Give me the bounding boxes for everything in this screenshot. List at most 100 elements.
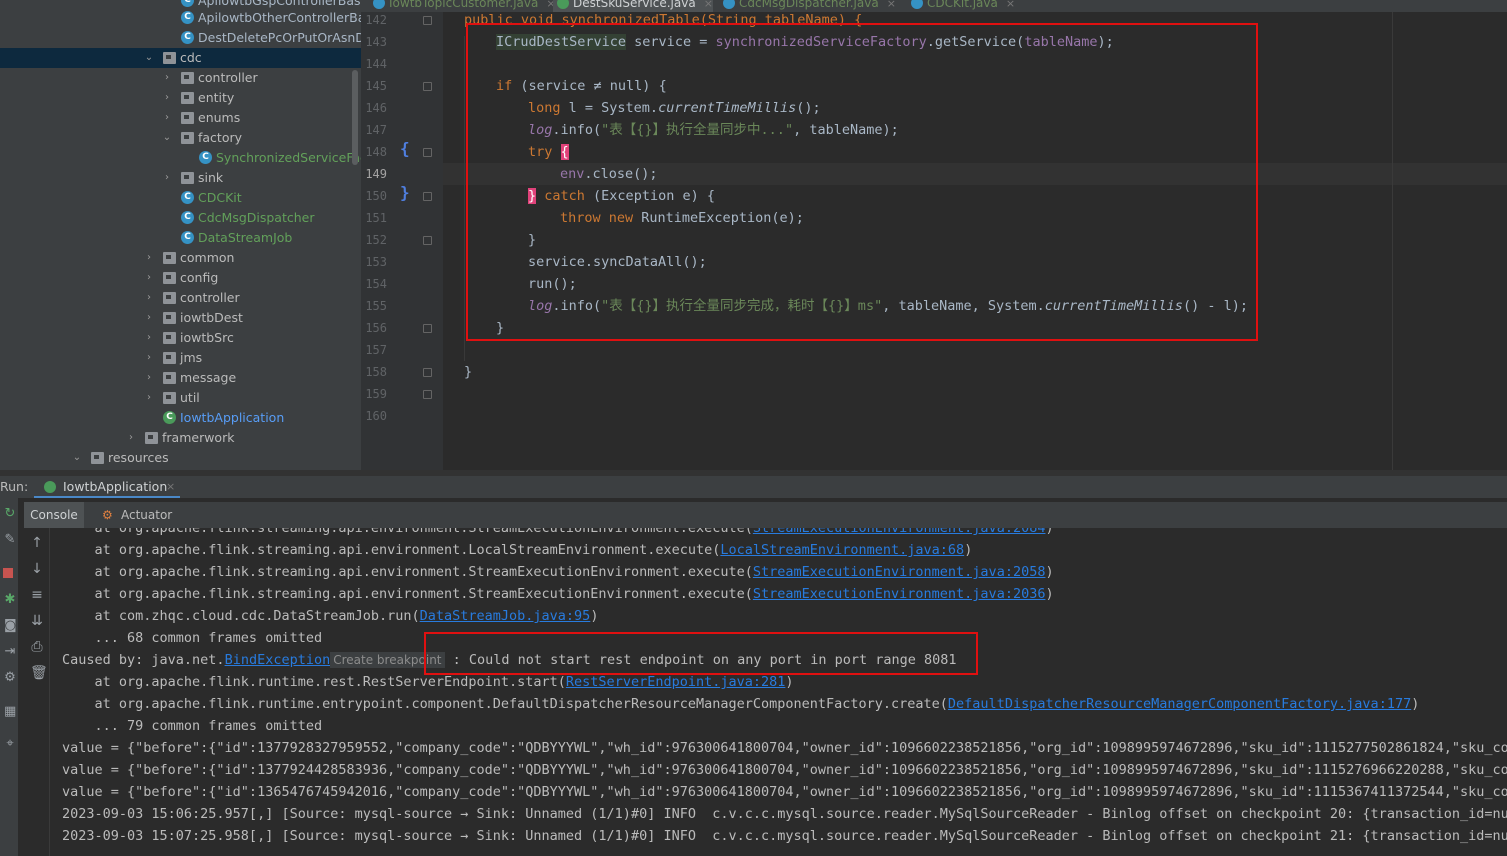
gutter-brace-marker: } xyxy=(400,183,410,202)
tree-item-label: iowtbDest xyxy=(180,310,243,325)
wrench-icon[interactable]: ✎ xyxy=(4,533,16,546)
tree-item[interactable]: C DestDeletePcOrPutOrAsnDa xyxy=(0,28,361,48)
tab-console[interactable]: Console xyxy=(24,502,84,528)
close-icon[interactable]: × xyxy=(704,0,713,10)
tree-item[interactable]: C IowtbApplication xyxy=(0,408,361,428)
console-text: at com.zhqc.cloud.cdc.DataStreamJob.run( xyxy=(62,608,420,624)
chevron-right-icon[interactable]: › xyxy=(144,248,154,268)
rerun-icon[interactable]: ↻ xyxy=(4,507,16,520)
console-line: at org.apache.flink.streaming.api.enviro… xyxy=(62,561,1054,583)
stacktrace-link[interactable]: DefaultDispatcherResourceManagerComponen… xyxy=(948,696,1411,712)
camera-icon[interactable]: ◙ xyxy=(4,619,17,632)
right-margin-guide xyxy=(1392,12,1393,470)
folder-icon xyxy=(163,292,176,304)
tree-item[interactable]: › entity xyxy=(0,88,361,108)
console-text: ) xyxy=(590,608,599,624)
tree-item[interactable]: C ApilowtbOtherControllerBas xyxy=(0,8,361,28)
tree-item[interactable]: › config xyxy=(0,268,361,288)
scroll-to-end-icon[interactable]: ⇊ xyxy=(30,614,44,628)
chevron-right-icon[interactable]: › xyxy=(162,88,172,108)
close-icon[interactable]: × xyxy=(166,476,175,498)
exit-icon[interactable]: ⇥ xyxy=(4,645,16,658)
tree-item[interactable]: ⌄ factory xyxy=(0,128,361,148)
tree-item[interactable]: › controller xyxy=(0,68,361,88)
console-text: ) xyxy=(1411,696,1420,712)
soft-wrap-icon[interactable]: ≡ xyxy=(30,588,44,602)
tree-item[interactable]: ⌄ resources xyxy=(0,448,361,468)
tree-item[interactable]: › util xyxy=(0,388,361,408)
tree-item[interactable]: › message xyxy=(0,368,361,388)
arrow-down-icon[interactable]: ↓ xyxy=(30,562,44,576)
chevron-right-icon[interactable]: › xyxy=(144,388,154,408)
fold-icon[interactable] xyxy=(423,236,432,245)
stacktrace-link[interactable]: StreamExecutionEnvironment.java:2036 xyxy=(753,586,1046,602)
console-output[interactable]: at org.apache.flink.streaming.api.enviro… xyxy=(50,528,1507,856)
stacktrace-link[interactable]: RestServerEndpoint.java:281 xyxy=(566,674,785,690)
chevron-down-icon[interactable]: ⌄ xyxy=(144,48,154,68)
close-icon[interactable]: × xyxy=(887,0,896,10)
tree-item[interactable]: › controller xyxy=(0,288,361,308)
run-config-tab[interactable]: IowtbApplication × xyxy=(34,476,180,498)
stacktrace-link[interactable]: LocalStreamEnvironment.java:68 xyxy=(720,542,964,558)
chevron-right-icon[interactable]: › xyxy=(144,268,154,288)
settings-icon[interactable]: ⚙ xyxy=(4,671,16,684)
stacktrace-link[interactable]: StreamExecutionEnvironment.java:2058 xyxy=(753,564,1046,580)
stacktrace-link[interactable]: StreamExecutionEnvironment.java:2084 xyxy=(753,528,1046,536)
tree-item[interactable]: C DataStreamJob xyxy=(0,228,361,248)
tree-item[interactable]: › framerwork xyxy=(0,428,361,448)
tab-actuator[interactable]: Actuator xyxy=(121,502,172,528)
class-icon xyxy=(723,0,735,9)
folder-icon xyxy=(163,352,176,364)
tree-item[interactable]: › enums xyxy=(0,108,361,128)
console-text: at org.apache.flink.runtime.entrypoint.c… xyxy=(62,696,948,712)
close-icon[interactable]: × xyxy=(1006,0,1015,10)
fold-icon[interactable] xyxy=(423,82,432,91)
tree-item[interactable]: C CdcMsgDispatcher xyxy=(0,208,361,228)
chevron-right-icon[interactable]: › xyxy=(126,428,136,448)
tree-item[interactable]: › sink xyxy=(0,168,361,188)
chevron-right-icon[interactable]: › xyxy=(144,308,154,328)
tab-iowtb-topic-customer[interactable]: IowtbTopicCustomer.java × xyxy=(369,0,556,12)
chevron-right-icon[interactable]: › xyxy=(144,288,154,308)
layout-icon[interactable]: ▦ xyxy=(4,705,16,718)
folder-icon xyxy=(163,52,176,64)
chevron-right-icon[interactable]: › xyxy=(144,328,154,348)
chevron-right-icon[interactable]: › xyxy=(162,68,172,88)
tab-cdc-msg-dispatcher[interactable]: CdcMsgDispatcher.java × xyxy=(719,0,896,12)
fold-icon[interactable] xyxy=(423,390,432,399)
fold-icon[interactable] xyxy=(423,148,432,157)
chevron-down-icon[interactable]: ⌄ xyxy=(162,128,172,148)
tree-item[interactable]: › jms xyxy=(0,348,361,368)
print-icon[interactable]: ⎙ xyxy=(30,640,44,654)
tree-item[interactable]: › iowtbDest xyxy=(0,308,361,328)
folder-icon xyxy=(181,92,194,104)
console-line: value = {"before":{"id":1365476745942016… xyxy=(62,784,1507,800)
tab-cdckit[interactable]: CDCKit.java × xyxy=(907,0,1015,12)
tree-item[interactable]: C CDCKit xyxy=(0,188,361,208)
stop-icon[interactable] xyxy=(3,568,13,578)
pin-icon[interactable]: ⌖ xyxy=(4,737,16,750)
stacktrace-link[interactable]: DataStreamJob.java:95 xyxy=(420,608,591,624)
chevron-right-icon[interactable]: › xyxy=(162,108,172,128)
arrow-up-icon[interactable]: ↑ xyxy=(30,536,44,550)
exception-link[interactable]: BindException xyxy=(225,652,331,668)
fold-icon[interactable] xyxy=(423,324,432,333)
trash-icon[interactable]: 🗑 xyxy=(30,666,48,680)
chevron-down-icon[interactable]: ⌄ xyxy=(72,448,82,468)
chevron-right-icon[interactable]: › xyxy=(144,348,154,368)
tree-item[interactable]: › iowtbSrc xyxy=(0,328,361,348)
chevron-right-icon[interactable]: › xyxy=(162,168,172,188)
tab-dest-sku-service[interactable]: DestSkuService.java × xyxy=(553,0,713,12)
fold-icon[interactable] xyxy=(423,16,432,25)
tree-item[interactable]: C SynchronizedServiceFacto xyxy=(0,148,361,168)
fold-icon[interactable] xyxy=(423,192,432,201)
tree-item-label: CdcMsgDispatcher xyxy=(198,210,315,225)
console-line: 2023-09-03 15:06:25.957[,] [Source: mysq… xyxy=(62,806,1507,822)
fold-icon[interactable] xyxy=(423,368,432,377)
chevron-right-icon[interactable]: › xyxy=(144,368,154,388)
tree-item-cdc[interactable]: ⌄ cdc xyxy=(0,48,361,68)
tree-scrollbar[interactable] xyxy=(352,70,358,165)
tree-item[interactable]: › common xyxy=(0,248,361,268)
restart-debug-icon[interactable]: ✱ xyxy=(4,593,16,606)
tree-item-label: IowtbApplication xyxy=(180,410,285,425)
